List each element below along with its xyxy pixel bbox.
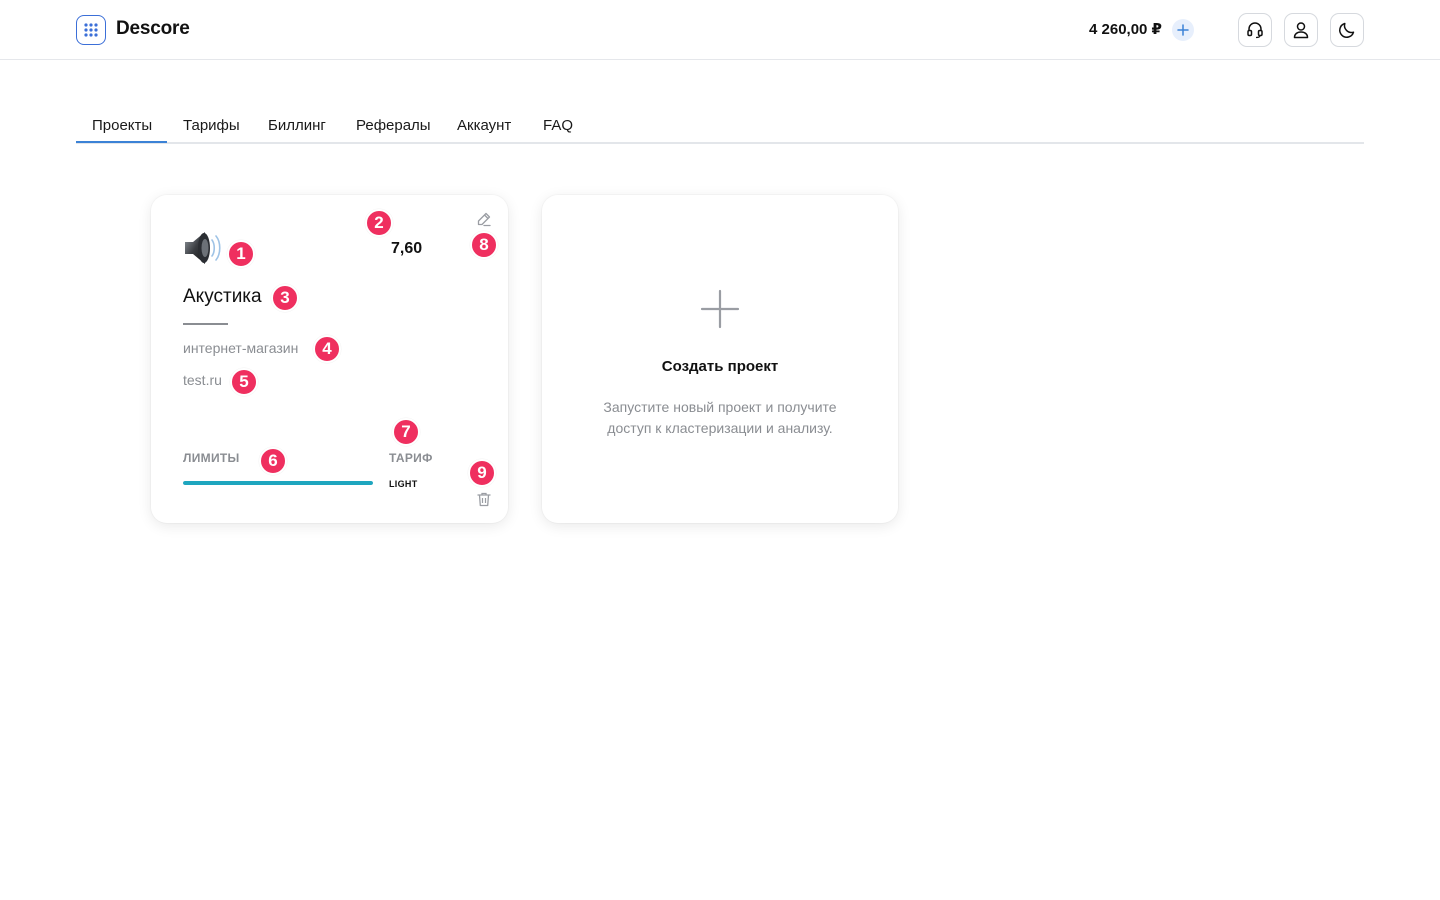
create-project-description: Запустите новый проект и получите доступ… xyxy=(603,399,837,436)
create-project-title: Создать проект xyxy=(661,358,779,375)
theme-toggle-button[interactable] xyxy=(1330,13,1364,47)
tab-referrals[interactable]: Рефералы xyxy=(356,117,431,134)
add-balance-button[interactable] xyxy=(1172,19,1194,41)
tab-faq[interactable]: FAQ xyxy=(543,117,573,134)
project-type: интернет-магазин xyxy=(183,340,299,356)
balance-amount: 4 260,00 ₽ xyxy=(1089,21,1162,38)
grid-dots-icon[interactable] xyxy=(76,15,106,45)
top-header: Descore 4 260,00 ₽ xyxy=(0,0,1440,60)
tab-projects[interactable]: Проекты xyxy=(92,117,152,134)
main-tabs: Проекты Тарифы Биллинг Рефералы Аккаунт … xyxy=(76,106,1364,144)
annotation-marker: 6 xyxy=(259,447,287,475)
divider xyxy=(183,323,228,325)
annotation-marker: 3 xyxy=(271,284,299,312)
tab-tariffs[interactable]: Тарифы xyxy=(183,117,240,134)
trash-icon[interactable] xyxy=(475,490,493,508)
brand-name[interactable]: Descore xyxy=(116,18,190,40)
limits-progress-fill xyxy=(183,481,373,485)
headset-icon xyxy=(1247,22,1263,39)
annotation-marker: 7 xyxy=(392,418,420,446)
annotation-marker: 9 xyxy=(468,459,496,487)
create-project-card[interactable]: Создать проект Запустите новый проект и … xyxy=(542,195,898,523)
annotation-marker: 8 xyxy=(470,231,498,259)
annotation-marker: 1 xyxy=(227,240,255,268)
speaker-icon xyxy=(183,229,223,267)
user-icon xyxy=(1293,22,1309,39)
plus-icon xyxy=(1177,24,1189,36)
project-score: 7,60 xyxy=(391,240,423,257)
tariff-label: ТАРИФ xyxy=(389,451,433,465)
pencil-icon[interactable] xyxy=(475,210,493,228)
active-tab-indicator xyxy=(76,141,167,143)
tariff-value: LIGHT xyxy=(389,479,418,489)
annotation-marker: 2 xyxy=(365,209,393,237)
moon-icon xyxy=(1339,22,1355,38)
annotation-marker: 5 xyxy=(230,368,258,396)
annotation-marker: 4 xyxy=(313,335,341,363)
limits-label: ЛИМИТЫ xyxy=(183,451,240,465)
plus-icon xyxy=(700,289,740,329)
project-domain: test.ru xyxy=(183,372,222,388)
limits-progress-bar xyxy=(183,481,373,485)
profile-button[interactable] xyxy=(1284,13,1318,47)
support-button[interactable] xyxy=(1238,13,1272,47)
tab-billing[interactable]: Биллинг xyxy=(268,117,326,134)
project-name[interactable]: Акустика xyxy=(183,286,262,308)
tab-account[interactable]: Аккаунт xyxy=(457,117,511,134)
